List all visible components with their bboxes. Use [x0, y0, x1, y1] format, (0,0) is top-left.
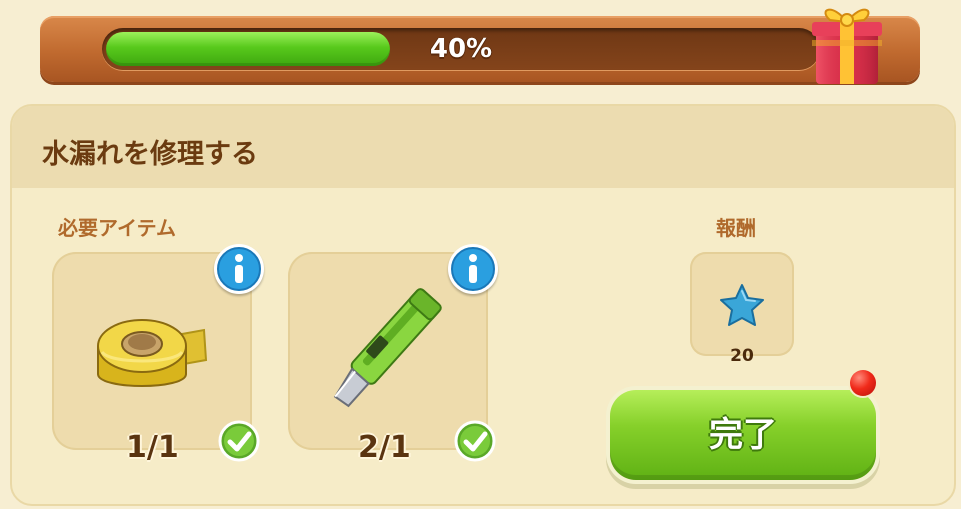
reward-amount: 20	[730, 346, 754, 366]
tape-roll-icon	[97, 319, 208, 387]
info-icon	[217, 247, 261, 291]
knife-info-button[interactable]	[448, 244, 498, 294]
blue-star-icon	[720, 284, 764, 326]
checkmark-icon	[218, 420, 260, 462]
required-items-label: 必要アイテム	[58, 216, 176, 240]
checkmark-icon	[454, 420, 496, 462]
reward-card[interactable]	[690, 252, 794, 356]
complete-button[interactable]: 完了	[610, 390, 876, 480]
tape-info-button[interactable]	[214, 244, 264, 294]
gift-box-icon[interactable]	[806, 0, 886, 88]
quest-header: 水漏れを修理する	[12, 106, 954, 188]
item-count: 2/1	[358, 430, 411, 465]
item-count: 1/1	[126, 430, 179, 465]
progress-percent-label: 40%	[429, 34, 493, 64]
info-icon	[451, 247, 495, 291]
notification-dot	[850, 370, 876, 396]
progress-bar: 40%	[102, 28, 820, 70]
quest-panel: 水漏れを修理する 必要アイテム 報酬 1/1 2/1 20 完了	[10, 104, 956, 506]
progress-banner: 40%	[40, 16, 920, 82]
quest-title: 水漏れを修理する	[42, 139, 258, 170]
reward-label: 報酬	[716, 216, 756, 240]
complete-button-label: 完了	[709, 415, 777, 455]
utility-knife-icon	[333, 288, 442, 408]
